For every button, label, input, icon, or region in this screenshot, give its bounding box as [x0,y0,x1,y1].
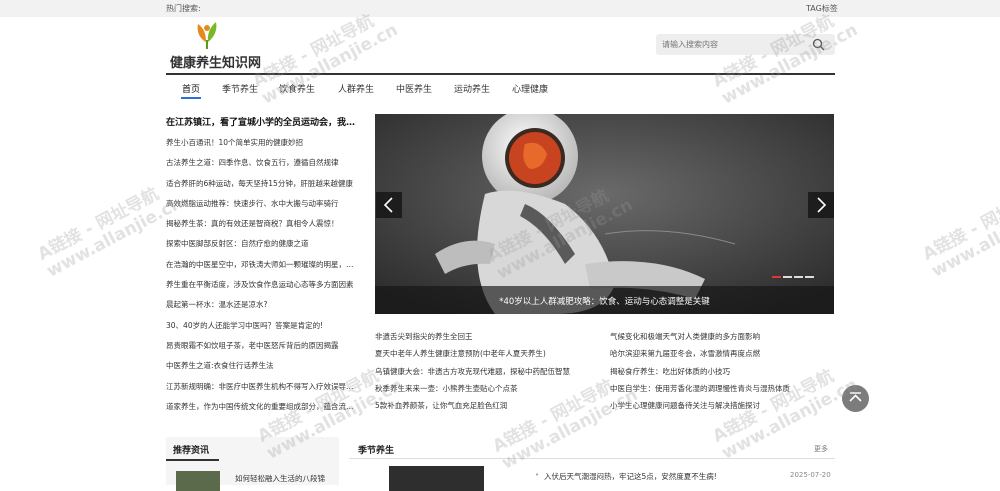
list-item[interactable]: 揭秘养生茶：真的有效还是智商税？真相令人震惊！ [166,214,362,234]
chevron-right-icon [817,197,827,213]
watermark: A链接 - 网址导航 www.allanjie.cn [249,11,402,109]
list-item[interactable]: 江苏新规明确：非医疗中医养生机构不得写入疗效误导… [166,377,362,397]
nav-divider [166,73,835,75]
list-item[interactable]: 哈尔滨迎来第九届亚冬会，冰雪激情再度点燃 [610,345,835,362]
search-input[interactable] [662,37,802,52]
season-thumbnail[interactable] [389,466,484,491]
tag-link[interactable]: TAG标签 [806,3,838,14]
list-item[interactable]: 乌镇健康大会：非遗古方攻克现代难题，探秘中药配伍智慧 [375,363,600,380]
list-item[interactable]: 昂贵眼霜不如饮咀子茶，老中医怒斥背后的原因揭露 [166,336,362,356]
list-item[interactable]: 养生小百通讯！10个简单实用的健康妙招 [166,133,362,153]
list-item[interactable]: 秋季养生来来一壶：小熊养生壶贴心个点茶 [375,380,600,397]
season-panel: 季节养生 更多 • 入伏后天气潮湿闷热，牢记这5点，安然度夏不生病! 2025-… [349,437,835,491]
search-icon[interactable] [812,38,825,51]
recommend-title: 推荐资讯 [173,446,210,456]
news-list: 在江苏镇江，看了宣城小学的全员运动会，我… 养生小百通讯！10个简单实用的健康妙… [166,113,362,417]
nav-item-mental[interactable]: 心理健康 [512,82,548,95]
nav-item-season[interactable]: 季节养生 [222,82,258,95]
carousel-dot[interactable] [772,276,781,278]
list-item[interactable]: 非遗舌尖到指尖的养生全回王 [375,328,600,345]
list-item[interactable]: 养生重在平衡适度，涉及饮食作息运动心态等多方面因素 [166,275,362,295]
banner-caption-text: *40岁以上人群减肥攻略：饮食、运动与心态调整是关键 [499,297,710,307]
banner-image [375,114,834,314]
search-box[interactable] [656,34,835,55]
watermark: A链接 - 网址导航 www.allanjie.cn [34,184,187,282]
logo-leaf-icon [197,22,217,49]
news-headline[interactable]: 在江苏镇江，看了宣城小学的全员运动会，我… [166,113,362,133]
list-item[interactable]: 适合养肝的6种运动，每天坚持15分钟，肝脏越来越健康 [166,174,362,194]
back-to-top-button[interactable] [842,385,869,412]
banner-caption[interactable]: *40岁以上人群减肥攻略：饮食、运动与心态调整是关键 [375,286,834,314]
season-divider [349,458,835,459]
carousel-next-button[interactable] [808,192,834,218]
list-item[interactable]: 高效燃脂运动推荐：快速步行、水中大搬与动率骑行 [166,194,362,214]
recommend-title-underline [166,459,219,461]
list-item[interactable]: 揭秘食疗养生：吃出好体质的小技巧 [610,363,835,380]
nav-item-people[interactable]: 人群养生 [338,82,374,95]
site-name: 健康养生知识网 [170,56,262,71]
list-item[interactable]: 小学生心理健康问题备待关注与解决措施探讨 [610,397,835,414]
nav-item-tcm[interactable]: 中医养生 [396,82,432,95]
list-item[interactable]: 中医自学生：使用芳香化湿的调理慢性青炎与湿热体质 [610,380,835,397]
recommend-panel: 推荐资讯 如何轻松融入生活的八段锦 [166,437,339,491]
chevron-left-icon [383,197,393,213]
carousel-prev-button[interactable] [376,192,402,218]
list-item[interactable]: 30、40岁的人还能学习中医吗？答案是肯定的! [166,316,362,336]
more-link[interactable]: 更多 [814,444,828,454]
nav-item-home[interactable]: 首页 [182,82,200,95]
list-item[interactable]: 晨起第一杯水：温水还是凉水? [166,295,362,315]
list-item[interactable]: 夏天中老年人养生健康注意预防(中老年人夏天养生) [375,345,600,362]
site-logo[interactable]: 健康养生知识网 [170,20,262,71]
chevron-up-icon [849,392,862,402]
link-list-right: 气候变化和极端天气对人类健康的多方面影响 哈尔滨迎来第九届亚冬会，冰雪激情再度点… [610,328,835,414]
carousel-dot[interactable] [794,276,803,278]
list-item[interactable]: 中医养生之道:衣食住行话养生法 [166,356,362,376]
list-item[interactable]: 气候变化和极端天气对人类健康的多方面影响 [610,328,835,345]
list-item[interactable]: 在浩瀚的中医星空中，邓铁涛大师如一颗璀璨的明星，… [166,255,362,275]
link-list-left: 非遗舌尖到指尖的养生全回王 夏天中老年人养生健康注意预防(中老年人夏天养生) 乌… [375,328,600,414]
bullet-icon: • [535,471,540,479]
carousel-dot[interactable] [783,276,792,278]
top-bar: 热门搜索: TAG标签 [0,0,1000,17]
list-item[interactable]: 道家养生，作为中国传统文化的重要组成部分，蕴含流… [166,397,362,417]
carousel-dot[interactable] [805,276,814,278]
nav-item-sport[interactable]: 运动养生 [454,82,490,95]
nav-active-indicator [181,97,201,99]
season-item-date: 2025-07-20 [790,471,831,479]
recommend-item[interactable]: 如何轻松融入生活的八段锦 [235,473,325,484]
nav-item-diet[interactable]: 饮食养生 [279,82,315,95]
list-item[interactable]: 探索中医脚部反射区：自然疗愈的健康之道 [166,234,362,254]
list-item[interactable]: 古法养生之道：四季作息、饮食五行，遵循自然规律 [166,153,362,173]
watermark: A链接 - 网址导航 www.allanjie.cn [919,184,1000,282]
hot-search-label: 热门搜索: [166,4,201,13]
carousel-banner[interactable]: *40岁以上人群减肥攻略：饮食、运动与心态调整是关键 [375,114,834,314]
list-item[interactable]: 5款补血养颜茶，让你气血充足脸色红润 [375,397,600,414]
watermark: A链接 - 网址导航 www.allanjie.cn [709,11,862,109]
recommend-thumbnail[interactable] [176,471,220,491]
season-title: 季节养生 [358,446,395,456]
season-item[interactable]: 入伏后天气潮湿闷热，牢记这5点，安然度夏不生病! [544,471,717,482]
